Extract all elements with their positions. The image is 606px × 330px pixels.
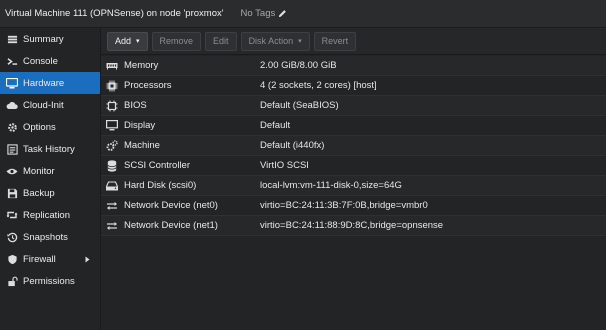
unlock-icon: [6, 275, 18, 287]
pencil-icon[interactable]: [278, 9, 287, 18]
toolbar: Add ▾ Remove Edit Disk Action ▾ Revert: [101, 28, 606, 55]
gear-icon: [6, 121, 18, 133]
sidebar: Summary Console Hardware Cloud-Init Opti…: [0, 28, 101, 330]
add-button[interactable]: Add ▾: [107, 31, 148, 51]
row-value: VirtIO SCSI: [260, 160, 309, 171]
row-value: 4 (2 sockets, 2 cores) [host]: [260, 80, 377, 91]
row-name: Processors: [124, 80, 172, 91]
row-name: BIOS: [124, 100, 147, 111]
remove-button[interactable]: Remove: [151, 31, 202, 51]
retweet-icon: [6, 209, 18, 221]
edit-button[interactable]: Edit: [205, 31, 237, 51]
console-icon: [6, 55, 18, 67]
shield-icon: [6, 253, 18, 265]
hardware-icon: [6, 77, 18, 89]
network-icon: [105, 221, 119, 231]
row-name: Display: [124, 120, 156, 131]
table-row-scsi-controller[interactable]: SCSI Controller VirtIO SCSI: [101, 156, 606, 176]
cpu-icon: [105, 80, 119, 92]
sidebar-item-label: Console: [23, 55, 58, 67]
title-bar: Virtual Machine 111 (OPNSense) on node '…: [0, 0, 606, 28]
sidebar-item-label: Replication: [23, 209, 70, 221]
floppy-icon: [6, 187, 18, 199]
sidebar-item-cloud-init[interactable]: Cloud-Init: [0, 94, 100, 116]
database-icon: [105, 159, 119, 172]
sidebar-item-label: Backup: [23, 187, 55, 199]
sidebar-item-label: Permissions: [23, 275, 75, 287]
sidebar-item-permissions[interactable]: Permissions: [0, 270, 100, 292]
history-icon: [6, 231, 18, 243]
table-row-processors[interactable]: Processors 4 (2 sockets, 2 cores) [host]: [101, 76, 606, 96]
chevron-down-icon: ▾: [136, 38, 140, 45]
chevron-right-icon[interactable]: [85, 255, 90, 266]
sidebar-item-hardware[interactable]: Hardware: [0, 72, 100, 94]
table-row-bios[interactable]: BIOS Default (SeaBIOS): [101, 96, 606, 116]
cogs-icon: [105, 139, 119, 152]
row-value: Default (SeaBIOS): [260, 100, 339, 111]
tags-area[interactable]: No Tags: [241, 8, 288, 19]
memory-icon: [105, 62, 119, 70]
sidebar-item-label: Snapshots: [23, 231, 68, 243]
monitor-icon: [105, 120, 119, 131]
eye-icon: [6, 165, 18, 177]
row-name: SCSI Controller: [124, 160, 190, 171]
sidebar-item-firewall[interactable]: Firewall: [0, 248, 100, 270]
hardware-panel: Add ▾ Remove Edit Disk Action ▾ Revert M…: [101, 28, 606, 330]
row-value: virtio=BC:24:11:3B:7F:0B,bridge=vmbr0: [260, 200, 428, 211]
row-value: Default (i440fx): [260, 140, 325, 151]
chevron-down-icon: ▾: [298, 38, 302, 45]
disk-action-button[interactable]: Disk Action ▾: [240, 31, 310, 51]
tags-label: No Tags: [240, 8, 276, 19]
sidebar-item-backup[interactable]: Backup: [0, 182, 100, 204]
row-name: Memory: [124, 60, 159, 71]
table-row-network-net1[interactable]: Network Device (net1) virtio=BC:24:11:88…: [101, 216, 606, 236]
sidebar-item-console[interactable]: Console: [0, 50, 100, 72]
row-value: 2.00 GiB/8.00 GiB: [260, 60, 337, 71]
row-name: Hard Disk (scsi0): [124, 180, 197, 191]
sidebar-item-replication[interactable]: Replication: [0, 204, 100, 226]
sidebar-item-label: Task History: [23, 143, 75, 155]
add-button-label: Add: [115, 36, 132, 46]
table-row-memory[interactable]: Memory 2.00 GiB/8.00 GiB: [101, 56, 606, 76]
sidebar-item-monitor[interactable]: Monitor: [0, 160, 100, 182]
sidebar-item-label: Summary: [23, 33, 64, 45]
sidebar-item-label: Monitor: [23, 165, 55, 177]
row-value: virtio=BC:24:11:88:9D:8C,bridge=opnsense: [260, 220, 444, 231]
sidebar-item-label: Firewall: [23, 253, 56, 265]
network-icon: [105, 201, 119, 211]
row-value: Default: [260, 120, 291, 131]
cloud-icon: [6, 99, 18, 111]
row-name: Network Device (net0): [124, 200, 218, 211]
hardware-table: Memory 2.00 GiB/8.00 GiB Processors 4 (2…: [101, 56, 606, 236]
page-title: Virtual Machine 111 (OPNSense) on node '…: [5, 8, 224, 19]
table-row-machine[interactable]: Machine Default (i440fx): [101, 136, 606, 156]
sidebar-item-label: Hardware: [23, 77, 65, 89]
chip-icon: [105, 100, 119, 112]
row-value: local-lvm:vm-111-disk-0,size=64G: [260, 180, 402, 191]
row-name: Network Device (net1): [124, 220, 218, 231]
sidebar-item-options[interactable]: Options: [0, 116, 100, 138]
table-row-hard-disk[interactable]: Hard Disk (scsi0) local-lvm:vm-111-disk-…: [101, 176, 606, 196]
row-name: Machine: [124, 140, 160, 151]
sidebar-item-label: Cloud-Init: [23, 99, 64, 111]
revert-button[interactable]: Revert: [313, 31, 357, 51]
summary-icon: [6, 33, 18, 45]
sidebar-item-snapshots[interactable]: Snapshots: [0, 226, 100, 248]
disk-action-label: Disk Action: [248, 36, 294, 46]
list-icon: [6, 143, 18, 155]
sidebar-item-summary[interactable]: Summary: [0, 28, 100, 50]
table-row-display[interactable]: Display Default: [101, 116, 606, 136]
sidebar-item-label: Options: [23, 121, 56, 133]
sidebar-item-task-history[interactable]: Task History: [0, 138, 100, 160]
harddisk-icon: [105, 180, 119, 191]
table-row-network-net0[interactable]: Network Device (net0) virtio=BC:24:11:3B…: [101, 196, 606, 216]
